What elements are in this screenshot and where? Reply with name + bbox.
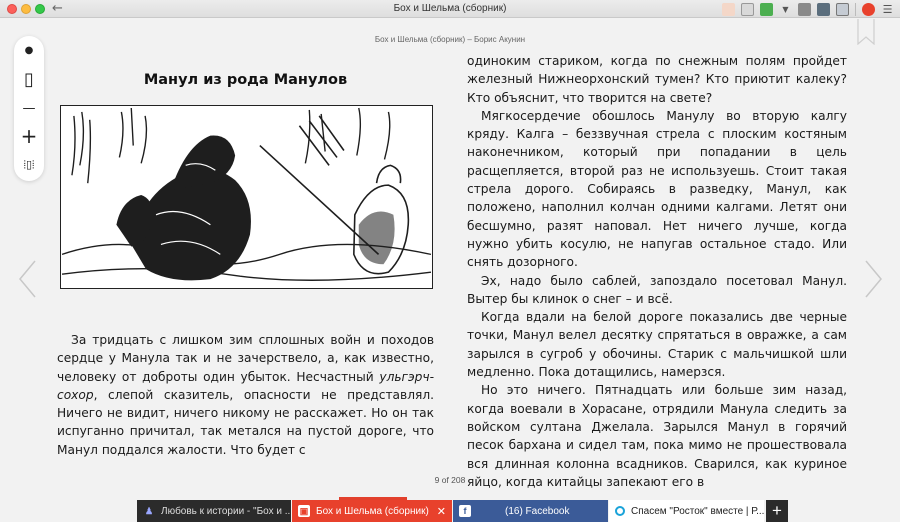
increase-font-button[interactable]: + — [14, 122, 44, 150]
chapter-title: Манул из рода Манулов — [143, 72, 348, 88]
lock-extension-icon[interactable] — [741, 2, 754, 16]
right-paragraph: Мягкосердечие обошлось Манулу во вторую … — [467, 108, 847, 270]
running-head: Бох и Шельма (сборник) – Борис Акунин — [374, 35, 526, 44]
tab-boh-i-shelma[interactable]: ▣ Бох и Шельма (сборник) ✕ — [292, 500, 452, 522]
new-tab-button[interactable]: + — [766, 500, 788, 522]
menu-icon[interactable]: ☰ — [881, 3, 894, 16]
right-paragraph: Когда вдали на белой дороге показались д… — [467, 310, 847, 380]
calendar-extension-icon[interactable] — [836, 2, 849, 16]
bookmark-icon[interactable] — [857, 19, 875, 45]
right-page-text: одиноким стариком, когда по снежным поля… — [467, 52, 847, 491]
tab-facebook[interactable]: f (16) Facebook — [453, 500, 608, 522]
tab-label: Спасем "Росток" вместе | Р... — [631, 505, 764, 517]
tab-strip: ♟ Любовь к истории - "Бох и ... ▣ Бох и … — [0, 500, 900, 522]
reader-extension-icon[interactable] — [862, 2, 875, 16]
user-icon: ♟ — [144, 506, 154, 516]
close-tab-icon[interactable]: ✕ — [437, 505, 446, 518]
tab-label: Бох и Шельма (сборник) — [316, 505, 429, 517]
globe-icon — [615, 506, 625, 516]
next-page-arrow-icon[interactable] — [864, 259, 884, 299]
facebook-icon: f — [459, 505, 471, 517]
left-page: Манул из рода Манулов За тридцать с лишк… — [57, 55, 434, 457]
dot-icon[interactable]: ● — [14, 37, 44, 65]
reader-toolbar: ● ▯ — + ⦙▯⦙ — [14, 36, 44, 181]
flag-extension-icon[interactable] — [798, 2, 811, 16]
window-title: Бох и Шельма (сборник) — [393, 3, 507, 14]
tab-label: Любовь к истории - "Бох и ... — [161, 505, 291, 517]
window-titlebar: ← Бох и Шельма (сборник) ▼ ☰ — [0, 0, 900, 18]
book-icon: ▣ — [298, 505, 310, 517]
back-arrow-icon[interactable]: ← — [52, 0, 63, 17]
puzzle-extension-icon[interactable] — [722, 2, 735, 16]
close-window-button[interactable] — [7, 4, 17, 14]
pocket-extension-icon[interactable]: ▼ — [779, 3, 792, 16]
tab-lyubov-k-istorii[interactable]: ♟ Любовь к истории - "Бох и ... — [137, 500, 291, 522]
zoom-window-button[interactable] — [35, 4, 45, 14]
page-icon[interactable]: ▯ — [14, 66, 44, 94]
right-page: одиноким стариком, когда по снежным поля… — [467, 54, 847, 489]
chapter-illustration — [60, 105, 433, 289]
extension-icons: ▼ ☰ — [722, 2, 894, 16]
left-page-text: За тридцать с лишком зим сплошных войн и… — [57, 331, 434, 459]
tab-label: (16) Facebook — [505, 505, 570, 517]
left-paragraph: За тридцать с лишком зим сплошных войн и… — [57, 333, 434, 457]
vibrate-icon[interactable]: ⦙▯⦙ — [14, 150, 44, 178]
page-counter: 9 of 208 — [434, 475, 466, 485]
right-paragraph: одиноким стариком, когда по снежным поля… — [467, 54, 847, 105]
previous-page-arrow-icon[interactable] — [17, 259, 37, 299]
minimize-window-button[interactable] — [21, 4, 31, 14]
decrease-font-button[interactable]: — — [14, 94, 44, 122]
reader-view: Бох и Шельма (сборник) – Борис Акунин ● … — [0, 19, 900, 500]
tab-spasem-rostok[interactable]: Спасем "Росток" вместе | Р... — [609, 500, 764, 522]
right-paragraph: Эх, надо было саблей, запоздало посетова… — [467, 273, 847, 306]
doc-extension-icon[interactable] — [760, 2, 773, 16]
tray-extension-icon[interactable] — [817, 2, 830, 16]
toolbar-separator — [855, 2, 856, 16]
